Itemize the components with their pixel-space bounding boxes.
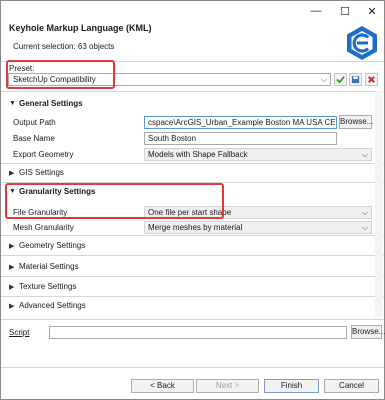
- script-separator: [1, 319, 384, 320]
- cancel-button[interactable]: Cancel: [324, 379, 379, 393]
- section-separator: [1, 163, 384, 164]
- preset-select[interactable]: SketchUp Compatibility ⌵: [8, 73, 331, 86]
- checkmark-icon: [336, 76, 345, 84]
- section-separator: [1, 296, 384, 297]
- apply-preset-button[interactable]: [334, 73, 347, 86]
- chevron-right-icon: ▶: [9, 302, 15, 310]
- file-granularity-value: One file per start shape: [148, 208, 232, 217]
- preset-separator: [1, 91, 384, 92]
- export-dialog: — ☐ ✕ Keyhole Markup Language (KML) Curr…: [0, 0, 385, 400]
- section-separator: [1, 182, 384, 183]
- material-settings-title: Material Settings: [19, 262, 79, 271]
- chevron-right-icon: ▶: [9, 169, 15, 177]
- output-path-label: Output Path: [13, 118, 56, 127]
- gis-settings-header[interactable]: ▶ GIS Settings: [9, 168, 64, 177]
- export-geometry-value: Models with Shape Fallback: [148, 150, 248, 159]
- output-path-value: cspace\ArcGIS_Urban_Example Boston MA US…: [148, 118, 336, 127]
- maximize-button[interactable]: ☐: [330, 1, 360, 21]
- chevron-right-icon: ▶: [9, 263, 15, 271]
- delete-preset-button[interactable]: [365, 73, 378, 86]
- resize-grip-icon[interactable]: ⋰: [374, 389, 382, 397]
- geometry-settings-header[interactable]: ▶ Geometry Settings: [9, 241, 85, 250]
- minimize-button[interactable]: —: [301, 1, 331, 21]
- save-icon: [351, 75, 360, 84]
- output-browse-button[interactable]: Browse...: [339, 115, 373, 129]
- mesh-granularity-label: Mesh Granularity: [13, 223, 74, 232]
- granularity-settings-header[interactable]: ▼ Granularity Settings: [9, 187, 95, 196]
- chevron-right-icon: ▶: [9, 283, 15, 291]
- section-separator: [1, 276, 384, 277]
- general-settings-header[interactable]: ▼ General Settings: [9, 99, 83, 108]
- gis-settings-title: GIS Settings: [19, 168, 64, 177]
- geometry-settings-title: Geometry Settings: [19, 241, 86, 250]
- dialog-title: Keyhole Markup Language (KML): [9, 23, 152, 33]
- advanced-settings-header[interactable]: ▶ Advanced Settings: [9, 301, 86, 310]
- base-name-value: South Boston: [148, 134, 197, 143]
- close-button[interactable]: ✕: [357, 1, 385, 21]
- section-separator: [1, 235, 384, 236]
- delete-icon: [368, 76, 375, 83]
- next-button[interactable]: Next >: [196, 379, 259, 393]
- finish-button[interactable]: Finish: [264, 379, 319, 393]
- texture-settings-title: Texture Settings: [19, 282, 77, 291]
- export-geometry-select[interactable]: Models with Shape Fallback ⌵: [144, 148, 372, 161]
- chevron-down-icon: ⌵: [320, 75, 327, 84]
- script-field[interactable]: [49, 326, 347, 339]
- file-granularity-label: File Granularity: [13, 208, 68, 217]
- back-button[interactable]: < Back: [131, 379, 194, 393]
- chevron-down-icon: ▼: [9, 188, 16, 195]
- advanced-settings-title: Advanced Settings: [19, 301, 86, 310]
- chevron-right-icon: ▶: [9, 242, 15, 250]
- base-name-field[interactable]: South Boston: [144, 132, 337, 145]
- preset-label: Preset:: [9, 64, 35, 73]
- mesh-granularity-value: Merge meshes by material: [148, 223, 243, 232]
- script-browse-button[interactable]: Browse...: [351, 325, 385, 339]
- general-settings-title: General Settings: [19, 99, 83, 108]
- section-separator: [1, 255, 384, 256]
- chevron-down-icon: ⌵: [361, 208, 368, 217]
- chevron-down-icon: ▼: [9, 100, 16, 107]
- granularity-settings-title: Granularity Settings: [19, 187, 96, 196]
- base-name-label: Base Name: [13, 134, 55, 143]
- file-granularity-select[interactable]: One file per start shape ⌵: [144, 206, 372, 219]
- header-separator: [1, 61, 384, 62]
- save-preset-button[interactable]: [349, 73, 362, 86]
- script-link[interactable]: Script: [9, 328, 29, 337]
- cityengine-logo-icon: [347, 26, 377, 60]
- selection-count: Current selection: 63 objects: [13, 42, 115, 51]
- preset-value: SketchUp Compatibility: [13, 75, 96, 84]
- title-bar: — ☐ ✕: [1, 1, 384, 21]
- texture-settings-header[interactable]: ▶ Texture Settings: [9, 282, 76, 291]
- chevron-down-icon: ⌵: [361, 150, 368, 159]
- material-settings-header[interactable]: ▶ Material Settings: [9, 262, 79, 271]
- export-geometry-label: Export Geometry: [13, 150, 74, 159]
- footer-separator: [1, 367, 384, 368]
- chevron-down-icon: ⌵: [361, 223, 368, 232]
- output-path-field[interactable]: cspace\ArcGIS_Urban_Example Boston MA US…: [144, 116, 337, 129]
- settings-scrollbar[interactable]: [375, 91, 383, 316]
- mesh-granularity-select[interactable]: Merge meshes by material ⌵: [144, 221, 372, 234]
